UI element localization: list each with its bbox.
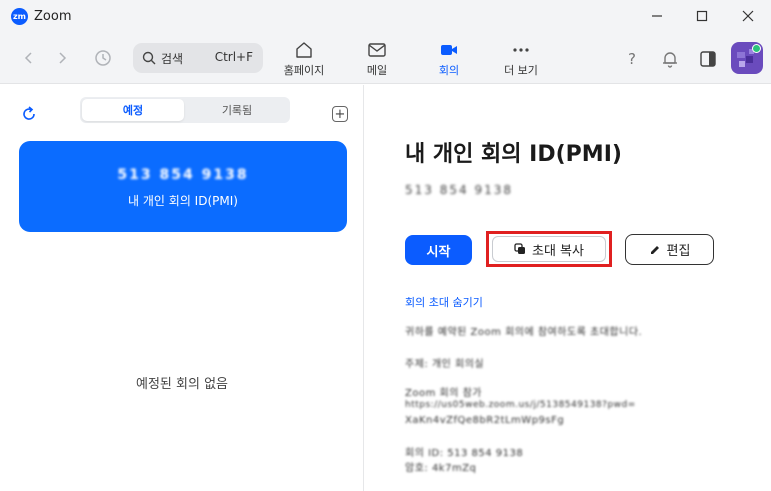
add-meeting-button[interactable]: + — [332, 106, 348, 122]
home-icon — [294, 40, 314, 60]
nav-meetings-label: 회의 — [438, 64, 460, 77]
close-icon — [742, 10, 754, 22]
edit-button[interactable]: 편집 — [625, 234, 714, 265]
meeting-id-value: 513 854 9138 — [405, 183, 513, 197]
pmi-card-number: 513 854 9138 — [117, 167, 249, 183]
copy-invite-button[interactable]: 초대 복사 — [492, 236, 606, 262]
invite-line: 암호: 4k7mZq — [405, 463, 477, 474]
zoom-logo-icon: zm — [11, 8, 28, 25]
copy-icon — [514, 243, 525, 254]
back-button[interactable] — [19, 48, 39, 68]
window-title: Zoom — [34, 9, 72, 24]
meetings-list-panel: 예정 기록됨 + 513 854 9138 내 개인 회의 ID(PMI) 예정… — [0, 85, 364, 491]
copy-invite-label: 초대 복사 — [532, 243, 584, 259]
nav-more[interactable]: 더 보기 — [491, 40, 551, 80]
more-dots-icon — [511, 40, 531, 60]
pencil-icon — [650, 245, 659, 254]
start-button[interactable]: 시작 — [405, 235, 472, 265]
invite-line: 주제: 개인 회의실 — [405, 359, 485, 370]
nav-meetings[interactable]: 회의 — [419, 40, 479, 80]
chevron-right-icon — [59, 52, 67, 64]
tab-upcoming[interactable]: 예정 — [82, 99, 184, 121]
history-icon — [95, 50, 111, 66]
toolbar: 검색 Ctrl+F 홈페이지 메일 회의 더 보기 ? — [0, 34, 771, 84]
copy-invite-highlight: 초대 복사 — [486, 231, 612, 267]
invite-link-line[interactable]: https://us05web.zoom.us/j/5138549138?pwd… — [405, 400, 636, 410]
hide-invite-link[interactable]: 회의 초대 숨기기 — [405, 294, 483, 310]
close-window-button[interactable] — [725, 0, 771, 32]
invite-line: XaKn4vZfQe8bR2tLmWp9sFg — [405, 415, 565, 426]
pmi-card[interactable]: 513 854 9138 내 개인 회의 ID(PMI) — [19, 141, 347, 232]
refresh-icon — [23, 106, 35, 120]
minimize-button[interactable] — [634, 0, 680, 32]
help-icon[interactable]: ? — [621, 48, 643, 70]
nav-mail-label: 메일 — [366, 64, 388, 77]
tab-recorded[interactable]: 기록됨 — [186, 99, 288, 121]
title-bar: zm Zoom — [0, 0, 771, 34]
search-shortcut: Ctrl+F — [214, 50, 253, 64]
edit-label: 편집 — [666, 244, 691, 259]
sidebar-toggle-button[interactable] — [697, 48, 719, 70]
nav-home-label: 홈페이지 — [283, 64, 325, 77]
nav-more-label: 더 보기 — [504, 64, 538, 77]
forward-button[interactable] — [52, 48, 72, 68]
search-box[interactable]: 검색 Ctrl+F — [133, 43, 263, 73]
search-icon — [142, 51, 156, 65]
chevron-left-icon — [24, 52, 32, 64]
panel-icon — [700, 51, 716, 67]
pmi-card-label: 내 개인 회의 ID(PMI) — [128, 194, 238, 208]
minimize-icon — [652, 15, 662, 17]
refresh-button[interactable] — [20, 105, 38, 123]
meetings-tab-switch: 예정 기록됨 — [80, 97, 290, 123]
notification-button[interactable] — [659, 48, 681, 70]
page-title: 내 개인 회의 ID(PMI) — [405, 142, 622, 167]
presence-status-icon — [752, 44, 761, 53]
maximize-button[interactable] — [679, 0, 725, 32]
nav-mail[interactable]: 메일 — [347, 40, 407, 80]
invite-line: Zoom 회의 참가 — [405, 388, 482, 399]
history-button[interactable] — [93, 48, 113, 68]
mail-icon — [367, 40, 387, 60]
video-camera-icon — [439, 40, 459, 60]
avatar[interactable] — [731, 42, 763, 74]
meeting-detail-panel: 내 개인 회의 ID(PMI) 513 854 9138 시작 초대 복사 편집… — [365, 85, 771, 491]
search-label: 검색 — [161, 52, 184, 66]
invite-line: 회의 ID: 513 854 9138 — [405, 448, 524, 459]
invite-line: 귀하를 예약된 Zoom 회의에 참여하도록 초대합니다. — [405, 327, 643, 338]
no-meetings-text: 예정된 회의 없음 — [136, 377, 228, 392]
maximize-icon — [696, 10, 708, 22]
nav-home[interactable]: 홈페이지 — [274, 40, 334, 80]
bell-icon — [663, 52, 677, 68]
